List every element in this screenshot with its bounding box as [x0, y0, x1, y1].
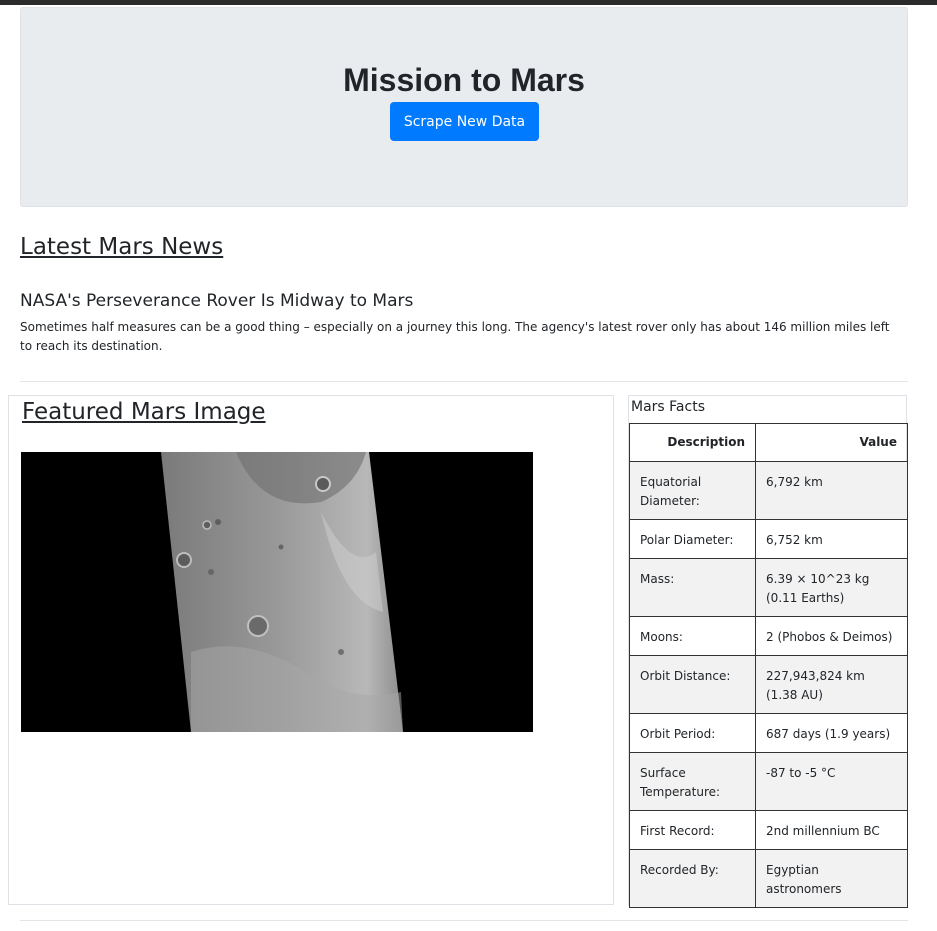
fact-value: 2nd millennium BC [755, 810, 908, 850]
fact-value: -87 to -5 °C [755, 752, 908, 811]
fact-description: Orbit Period: [629, 713, 756, 753]
fact-description: Surface Temperature: [629, 752, 756, 811]
news-paragraph: Sometimes half measures can be a good th… [20, 320, 890, 353]
mars-facts-title: Mars Facts [631, 399, 705, 415]
fact-description: First Record: [629, 810, 756, 850]
fact-description: Orbit Distance: [629, 655, 756, 714]
table-row: Orbit Period: 687 days (1.9 years) [629, 713, 908, 753]
table-row: Surface Temperature: -87 to -5 °C [629, 752, 908, 811]
fact-value: 6,792 km [755, 461, 908, 520]
fact-value: 687 days (1.9 years) [755, 713, 908, 753]
table-row: Recorded By: Egyptian astronomers [629, 849, 908, 908]
page-title: Mission to Mars [343, 62, 585, 98]
divider [20, 920, 908, 921]
table-row: First Record: 2nd millennium BC [629, 810, 908, 850]
fact-value: 227,943,824 km (1.38 AU) [755, 655, 908, 714]
column-header-value: Value [755, 423, 908, 462]
table-row: Polar Diameter: 6,752 km [629, 519, 908, 559]
table-row: Equatorial Diameter: 6,792 km [629, 461, 908, 520]
fact-description: Mass: [629, 558, 756, 617]
mars-facts-panel: Mars Facts Description Value Equatorial … [628, 395, 908, 908]
divider [20, 381, 908, 382]
mars-facts-table: Description Value Equatorial Diameter: 6… [629, 423, 908, 908]
fact-description: Recorded By: [629, 849, 756, 908]
fact-description: Moons: [629, 616, 756, 656]
news-title: NASA's Perseverance Rover Is Midway to M… [20, 291, 414, 311]
jumbotron-header: Mission to Mars Scrape New Data [20, 7, 908, 207]
table-row: Mass: 6.39 × 10^23 kg (0.11 Earths) [629, 558, 908, 617]
fact-value: 6,752 km [755, 519, 908, 559]
table-row: Orbit Distance: 227,943,824 km (1.38 AU) [629, 655, 908, 714]
fact-description: Polar Diameter: [629, 519, 756, 559]
fact-value: 2 (Phobos & Deimos) [755, 616, 908, 656]
featured-mars-image[interactable] [21, 452, 533, 732]
fact-value: Egyptian astronomers [755, 849, 908, 908]
fact-description: Equatorial Diameter: [629, 461, 756, 520]
latest-news-heading: Latest Mars News [20, 234, 224, 260]
table-row: Moons: 2 (Phobos & Deimos) [629, 616, 908, 656]
featured-image-heading: Featured Mars Image [22, 399, 266, 425]
column-header-description: Description [629, 423, 756, 462]
featured-image-panel: Featured Mars Image [8, 395, 614, 905]
fact-value: 6.39 × 10^23 kg (0.11 Earths) [755, 558, 908, 617]
window-top-bar [0, 0, 937, 5]
scrape-new-data-button[interactable]: Scrape New Data [390, 102, 539, 141]
